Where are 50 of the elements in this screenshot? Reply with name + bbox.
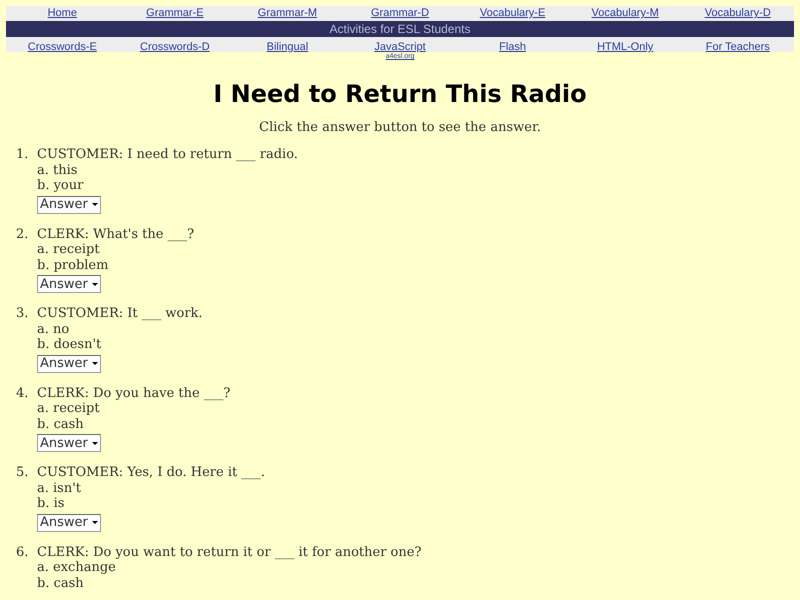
nav-link[interactable]: Vocabulary-M [568,6,682,21]
question-text: CUSTOMER: I need to return ___ radio. [37,147,298,162]
caret-icon [92,203,98,206]
instructions: Click the answer button to see the answer. [258,120,542,135]
answer-option: b. doesn't [37,337,203,352]
nav-link[interactable]: Grammar-D [344,6,456,21]
question-number: 2. [16,226,30,244]
nav-link[interactable]: Grammar-E [118,6,232,21]
nav-link[interactable]: Bilingual [266,40,308,55]
question-number: 6. [16,544,30,562]
banner-title: Activities for ESL Students [330,22,470,36]
answer-option: b. cash [37,416,230,432]
nav-link[interactable]: Crosswords-E [28,40,97,55]
caret-icon [92,362,98,365]
answer-option: a. exchange [37,560,422,576]
answer-option: a. this [37,162,298,178]
answer-dropdown[interactable]: Answer [37,514,101,532]
caret-icon [92,282,98,286]
answer-option: a. receipt [37,242,194,258]
answer-option: b. your [37,178,298,194]
question-text: CUSTOMER: It ___ work. [37,306,203,322]
answer-dropdown[interactable]: Answer [37,354,101,372]
nav-link[interactable]: Vocabulary-E [456,6,569,21]
question-number: 4. [16,386,30,402]
nav-link[interactable]: Flash [499,40,526,55]
question-text: CLERK: Do you want to return it or ___ it for another one? [37,544,422,560]
question-number: 1. [16,147,30,164]
nav-link[interactable]: Grammar-M [231,6,344,21]
question-text: CUSTOMER: Yes, I do. Here it ___. [37,465,265,480]
nav-link[interactable]: Home [6,6,119,21]
page-title: I Need to Return This Radio [212,80,588,108]
caret-icon [92,521,98,524]
answer-dropdown[interactable]: Answer [37,275,101,293]
nav-link[interactable]: Crosswords-D [140,40,210,55]
caret-icon [92,442,98,444]
answer-dropdown[interactable]: Answer [37,196,101,214]
question-text: CLERK: What's the ___? [37,226,194,242]
answer-option: a. no [37,322,203,337]
question-number: 5. [16,465,30,482]
nav-link[interactable]: Vocabulary-D [681,6,794,21]
answer-option: a. receipt [37,401,230,416]
question-number: 3. [16,306,30,323]
nav-link[interactable]: HTML-Only [597,40,654,55]
answer-dropdown[interactable]: Answer [37,434,101,452]
answer-option: a. isn't [37,480,265,496]
answer-option: b. problem [37,258,194,273]
nav-link[interactable]: For Teachers [706,40,770,55]
answer-option: b. cash [37,576,422,591]
answer-option: b. is [37,496,265,512]
question-text: CLERK: Do you have the ___? [37,386,230,401]
